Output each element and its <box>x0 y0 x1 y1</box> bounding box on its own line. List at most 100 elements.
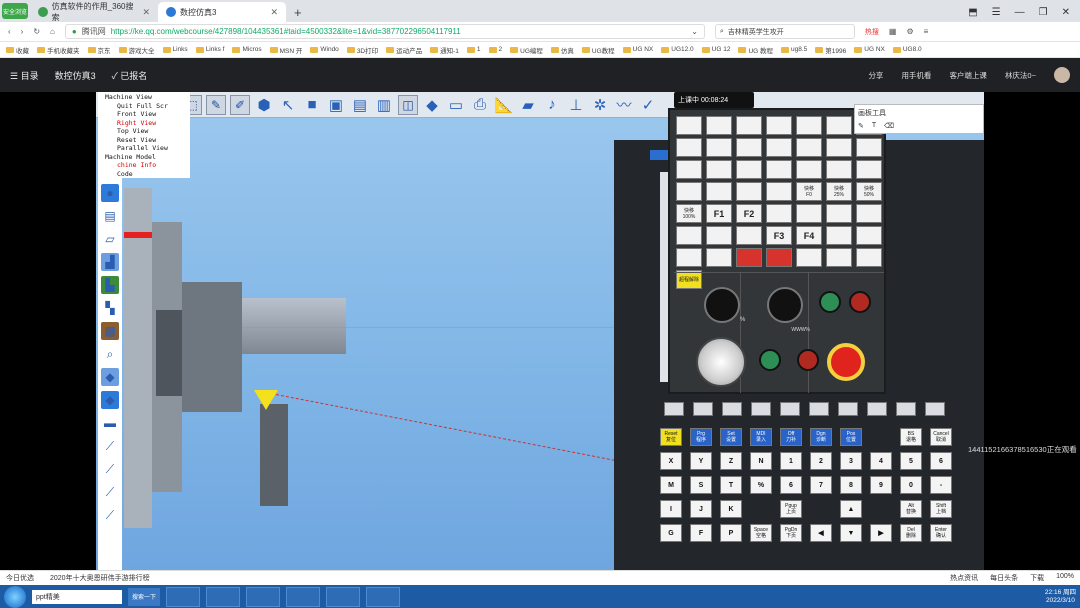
keyboard-key[interactable]: 2 <box>810 452 832 470</box>
soft-key[interactable] <box>664 402 684 416</box>
panel-key[interactable] <box>766 116 792 135</box>
keyboard-key[interactable]: Reset 复位 <box>660 428 682 446</box>
keyboard-key[interactable]: S <box>690 476 712 494</box>
back-icon[interactable]: ‹ <box>8 27 11 36</box>
spindle-override-dial[interactable] <box>767 287 804 323</box>
keyboard-key[interactable]: J <box>690 500 712 518</box>
keyboard-key[interactable]: 1 <box>780 452 802 470</box>
tree-item[interactable]: Code <box>101 170 187 179</box>
soft-key[interactable] <box>722 402 742 416</box>
menu-toggle[interactable]: ☰ 目录 <box>10 69 39 82</box>
panel-key[interactable]: 快移 100% <box>676 204 702 223</box>
settings-icon[interactable]: ⚙ <box>906 27 913 36</box>
bookmark-item[interactable]: Windo <box>310 46 339 53</box>
bookmark-item[interactable]: UG NX <box>622 46 653 53</box>
soft-key[interactable] <box>809 402 829 416</box>
edit-icon[interactable]: ✎ <box>206 94 226 115</box>
minimize-icon[interactable]: — <box>1015 7 1025 18</box>
tool-path-icon-4[interactable]: ⟋ <box>101 506 119 524</box>
taskbar-search-button[interactable]: 搜索一下 <box>128 587 161 606</box>
taskbar-search-input[interactable]: ppt精美 <box>32 589 122 604</box>
panel-key[interactable] <box>766 182 792 201</box>
panel-key[interactable]: 快移 25% <box>826 182 852 201</box>
keyboard-key[interactable]: M <box>660 476 682 494</box>
panel-key[interactable] <box>676 138 702 157</box>
bookmark-item[interactable]: 第1996 <box>815 45 846 55</box>
panel-key[interactable] <box>856 160 882 179</box>
keyboard-key[interactable]: Set 设置 <box>720 428 742 446</box>
keyboard-key[interactable]: 4 <box>870 452 892 470</box>
keyboard-key[interactable]: ▼ <box>840 524 862 542</box>
keyboard-key[interactable]: Enter 确认 <box>930 524 952 542</box>
keyboard-key[interactable]: Pgup 上页 <box>780 500 802 518</box>
skin-icon[interactable]: ⬒ <box>968 7 977 18</box>
panel-key[interactable]: F3 <box>766 226 792 245</box>
tool-path-icon-3[interactable]: ⟋ <box>101 483 119 501</box>
start-button[interactable] <box>4 585 26 608</box>
panel-key[interactable] <box>706 138 732 157</box>
magnifier-icon[interactable]: ⌕ <box>101 345 119 363</box>
tree-item[interactable]: Parallel View <box>101 144 187 153</box>
chart-icon[interactable]: ▙ <box>101 276 119 294</box>
bookmark-item[interactable]: 京东 <box>87 45 111 55</box>
bookmark-item[interactable]: 3D打印 <box>346 45 378 55</box>
printer-icon[interactable]: ⎙ <box>470 94 490 115</box>
keyboard-key[interactable]: T <box>720 476 742 494</box>
panel-key[interactable] <box>856 138 882 157</box>
panel-key[interactable] <box>706 116 732 135</box>
keyboard-key[interactable]: P <box>720 524 742 542</box>
taskbar-app-3[interactable] <box>246 586 281 607</box>
keyboard-key[interactable]: % <box>750 476 772 494</box>
panel-key[interactable] <box>796 116 822 135</box>
edit2-icon[interactable]: ✐ <box>230 94 250 115</box>
panel-key[interactable]: F4 <box>796 226 822 245</box>
keyboard-key[interactable]: Alt 替换 <box>900 500 922 518</box>
status-news[interactable]: 热点资讯 <box>950 573 978 583</box>
panel-key[interactable] <box>676 248 702 267</box>
cube-wire-icon[interactable]: ▣ <box>326 94 346 115</box>
keyboard-key[interactable]: I <box>660 500 682 518</box>
keyboard-key[interactable]: Y <box>690 452 712 470</box>
eraser-icon[interactable]: ⌫ <box>884 122 894 130</box>
bookmark-item[interactable]: 仿真 <box>550 45 574 55</box>
keyboard-key[interactable]: 9 <box>870 476 892 494</box>
panel-key[interactable] <box>736 138 762 157</box>
keyboard-key[interactable]: BS 退格 <box>900 428 922 446</box>
close-window-icon[interactable]: ✕ <box>1062 7 1070 18</box>
soft-key[interactable] <box>693 402 713 416</box>
keyboard-key[interactable]: Shift 上档 <box>930 500 952 518</box>
keyboard-key[interactable]: K <box>720 500 742 518</box>
bookmark-item[interactable]: 收藏 <box>6 45 29 55</box>
soft-key[interactable] <box>751 402 771 416</box>
bookmark-item[interactable]: ug8.5 <box>781 46 807 53</box>
url-field[interactable]: ● 腾讯网 https://ke.qq.com/webcourse/427898… <box>64 24 705 39</box>
tool-path-icon-2[interactable]: ⟋ <box>101 460 119 478</box>
handwheel-knob[interactable] <box>696 337 746 387</box>
text-icon[interactable]: T <box>872 122 876 130</box>
keyboard-key[interactable]: 7 <box>810 476 832 494</box>
panel-key[interactable] <box>706 160 732 179</box>
bookmark-item[interactable]: 2 <box>488 46 502 53</box>
bookmark-item[interactable]: 手机收藏夹 <box>37 45 80 55</box>
hot-search-label[interactable]: 热搜 <box>865 27 879 37</box>
panel-icon[interactable]: ▭ <box>446 94 466 115</box>
bookmark-item[interactable]: 1 <box>466 46 481 53</box>
cube-iso-icon[interactable]: ◆ <box>422 94 442 115</box>
soft-key[interactable] <box>896 402 916 416</box>
panel-key[interactable] <box>766 248 792 267</box>
soft-key[interactable] <box>780 402 800 416</box>
emergency-stop-button[interactable] <box>826 343 865 381</box>
status-download[interactable]: 下载 <box>1030 573 1044 583</box>
keyboard-key[interactable]: 5 <box>900 452 922 470</box>
status-left-1[interactable]: 今日优选 <box>6 573 34 583</box>
panel-key[interactable] <box>856 204 882 223</box>
client-class-button[interactable]: 客户端上课 <box>949 70 987 81</box>
panel-key[interactable] <box>856 226 882 245</box>
status-zoom[interactable]: 100% <box>1056 573 1074 583</box>
panel-key[interactable] <box>736 182 762 201</box>
panel-key[interactable] <box>736 116 762 135</box>
bookmark-item[interactable]: Links <box>162 46 188 53</box>
taskbar-app-4[interactable] <box>286 586 321 607</box>
cube-side-icon[interactable]: ▥ <box>374 94 394 115</box>
panel-key[interactable] <box>736 226 762 245</box>
